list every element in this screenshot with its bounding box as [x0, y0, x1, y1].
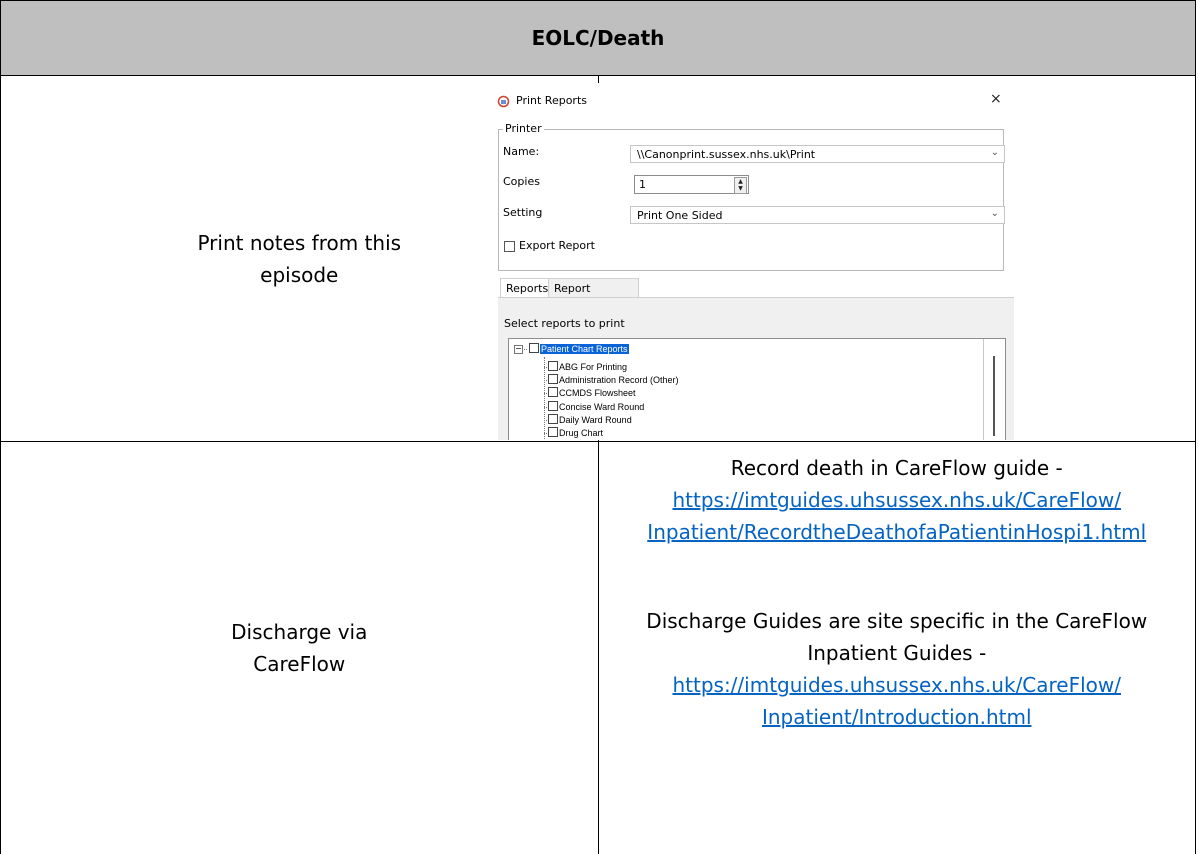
- table-header: EOLC/Death: [0, 0, 1196, 76]
- tree-item[interactable]: Drug Chart: [548, 427, 603, 438]
- tree-item-label: Concise Ward Round: [559, 402, 645, 412]
- tree-item-checkbox[interactable]: [548, 361, 558, 371]
- tree-guide-line: [522, 349, 527, 350]
- printer-group-label: Printer: [503, 122, 544, 135]
- tree-scrollbar[interactable]: [993, 356, 995, 436]
- tree-item-label: Daily Ward Round: [559, 415, 632, 425]
- tree-item-label: ABG For Printing: [559, 362, 628, 372]
- chevron-down-icon: ⌄: [990, 147, 999, 158]
- printer-name-select[interactable]: \\Canonprint.sussex.nhs.uk\Print ⌄: [630, 145, 1005, 163]
- print-reports-icon: [497, 95, 510, 108]
- dialog-title: Print Reports: [516, 94, 587, 107]
- export-report-checkbox[interactable]: [504, 241, 515, 252]
- setting-select[interactable]: Print One Sided ⌄: [630, 206, 1005, 224]
- tree-item-checkbox[interactable]: [548, 414, 558, 424]
- row-label-discharge: Discharge via CareFlow: [0, 441, 599, 854]
- tree-item-checkbox[interactable]: [548, 387, 558, 397]
- copies-stepper[interactable]: 1 ▲ ▼: [634, 175, 749, 194]
- discharge-link-line2[interactable]: Inpatient/Introduction.html: [762, 705, 1032, 729]
- setting-label: Setting: [503, 206, 543, 219]
- record-death-link-line1[interactable]: https://imtguides.uhsussex.nhs.uk/CareFl…: [672, 488, 1121, 512]
- record-death-intro: Record death in CareFlow guide -: [730, 456, 1063, 480]
- close-icon[interactable]: ×: [990, 91, 1002, 107]
- discharge-link-line1[interactable]: https://imtguides.uhsussex.nhs.uk/CareFl…: [672, 673, 1121, 697]
- tree-item-checkbox[interactable]: [548, 401, 558, 411]
- record-death-link-line2[interactable]: Inpatient/RecordtheDeathofaPatientinHosp…: [647, 520, 1146, 544]
- copies-label: Copies: [503, 175, 540, 188]
- tree-root-item[interactable]: Patient Chart Reports: [529, 343, 629, 354]
- tab-reports[interactable]: Reports: [500, 278, 549, 298]
- chevron-down-icon: ⌄: [990, 208, 999, 219]
- discharge-guides-intro: Discharge Guides are site specific in th…: [646, 609, 1148, 665]
- spin-arrows-icon[interactable]: ▲ ▼: [734, 177, 747, 194]
- tree-item-label: Administration Record (Other): [559, 375, 679, 385]
- row-label-print-notes-text: Print notes from this episode: [197, 230, 402, 287]
- tab-report-packets[interactable]: Report packets: [549, 278, 639, 308]
- tab-reports-label: Reports: [506, 282, 549, 295]
- discharge-guides-block: Discharge Guides are site specific in th…: [599, 605, 1196, 733]
- export-report-label: Export Report: [519, 239, 595, 252]
- setting-value: Print One Sided: [637, 209, 723, 222]
- discharge-guides-cell: Record death in CareFlow guide - https:/…: [597, 441, 1196, 854]
- tree-item[interactable]: Daily Ward Round: [548, 414, 632, 425]
- tree-item-label: CCMDS Flowsheet: [559, 388, 636, 398]
- tree-item[interactable]: ABG For Printing: [548, 361, 627, 372]
- tree-item[interactable]: Concise Ward Round: [548, 401, 644, 412]
- copies-value: 1: [639, 178, 646, 191]
- tree-item-label: Drug Chart: [559, 428, 604, 438]
- tree-item-checkbox[interactable]: [548, 374, 558, 384]
- record-death-block: Record death in CareFlow guide - https:/…: [599, 452, 1196, 548]
- name-label: Name:: [503, 145, 540, 158]
- tree-scroll-track: [983, 339, 984, 440]
- tree-root-label: Patient Chart Reports: [540, 344, 629, 354]
- printer-name-value: \\Canonprint.sussex.nhs.uk\Print: [637, 148, 816, 161]
- tree-guide-line: [544, 357, 545, 440]
- tree-item-checkbox[interactable]: [548, 427, 558, 437]
- tree-item[interactable]: CCMDS Flowsheet: [548, 387, 636, 398]
- select-reports-label: Select reports to print: [504, 317, 625, 330]
- tree-item[interactable]: Administration Record (Other): [548, 374, 679, 385]
- row-label-discharge-text: Discharge via CareFlow: [231, 620, 368, 676]
- print-reports-dialog: Print Reports × Printer Name: \\Canonpri…: [486, 83, 1016, 440]
- tree-root-checkbox[interactable]: [529, 343, 539, 353]
